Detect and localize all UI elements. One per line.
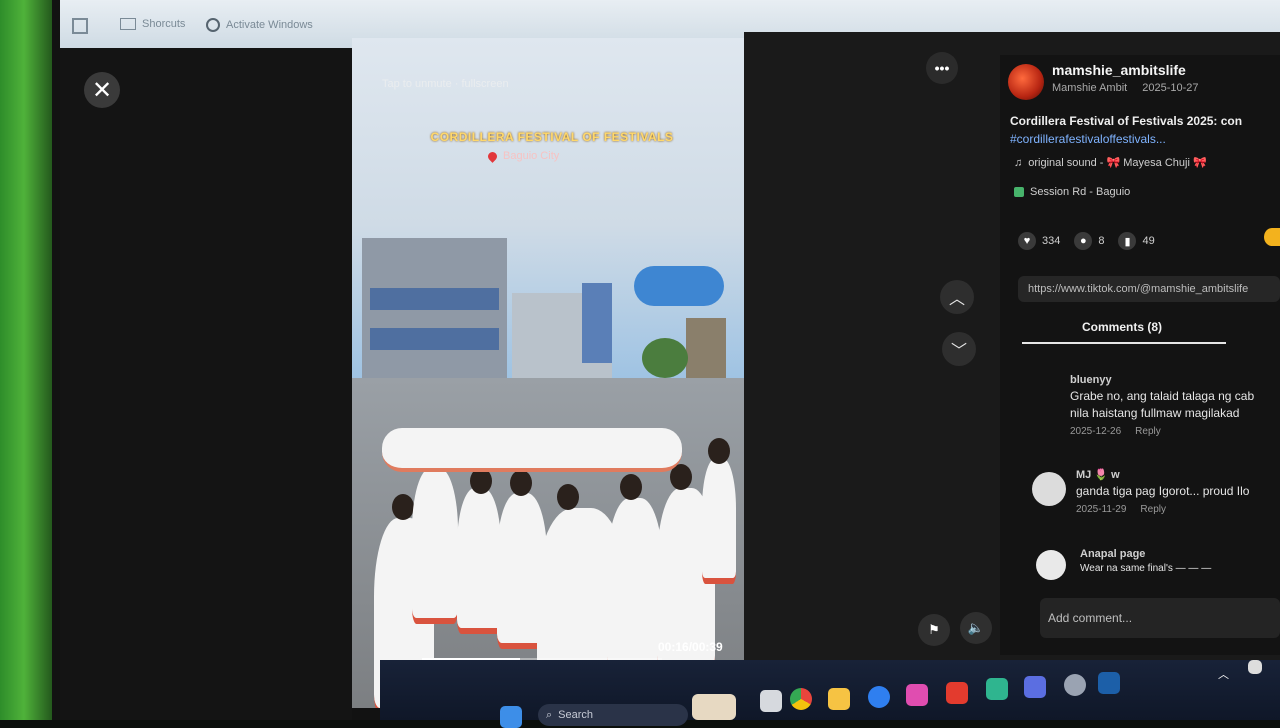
comment-item: Anapal page Wear na same final's — — — [1080, 548, 1211, 574]
viewer-left-area [60, 48, 352, 720]
previous-video-button[interactable]: ︿ [940, 280, 974, 314]
browser-apps-icon[interactable] [72, 18, 88, 34]
post-place[interactable]: Session Rd - Baguio [1014, 186, 1130, 198]
comment-meta: 2025-12-26 Reply [1070, 426, 1254, 437]
taskbar: ︿ [380, 660, 1280, 728]
app-icon[interactable] [986, 678, 1008, 700]
comment-avatar[interactable] [1036, 550, 1066, 580]
comment-text: Grabe no, ang talaid talaga ng cab [1070, 389, 1255, 403]
video-tree [642, 338, 688, 378]
like-count: 334 [1042, 235, 1061, 247]
chevron-down-icon: ﹀ [950, 343, 967, 360]
comment-text: nila haistang fullmaw magilakad [1070, 406, 1240, 420]
author-display-name: Mamshie Ambit [1052, 82, 1128, 94]
taskbar-search[interactable]: ⌕ Search [538, 704, 688, 726]
comment-date: 2025-12-26 [1070, 426, 1122, 437]
more-icon: ••• [934, 60, 950, 76]
chrome-icon[interactable] [790, 688, 812, 710]
globe-icon [206, 18, 220, 32]
steam-icon[interactable] [1098, 672, 1120, 694]
post-sound[interactable]: ♫ original sound - 🎀 Mayesa Chuji 🎀 [1014, 156, 1280, 170]
comment-text: ganda tiga pag Igorot... proud Ilo [1076, 484, 1250, 498]
post-place-label: Session Rd - Baguio [1030, 186, 1131, 198]
settings-icon[interactable] [1064, 674, 1086, 696]
video-player[interactable]: Tap to unmute · fullscreen CORDILLERA FE… [352, 38, 744, 708]
taskbar-search-label: Search [558, 709, 594, 721]
bookmark-shortcuts-label: Shorcuts [142, 18, 186, 30]
video-title: CORDILLERA FESTIVAL OF FESTIVALS [430, 130, 674, 144]
comment-avatar[interactable] [1032, 472, 1066, 506]
location-pin-icon [486, 149, 499, 163]
video-location: Baguio City [486, 149, 560, 163]
tab-comments[interactable]: Comments (8) [1082, 320, 1162, 334]
app-icon[interactable] [1024, 676, 1046, 698]
comment-text: Wear na same final's — — — [1080, 563, 1212, 574]
next-video-button[interactable]: ﹀ [942, 332, 976, 366]
close-button[interactable]: ✕ [84, 72, 120, 108]
post-sound-label: original sound - 🎀 Mayesa Chuji 🎀 [1028, 157, 1207, 169]
post-date: 2025-10-27 [1142, 82, 1199, 94]
app-icon[interactable] [906, 684, 928, 706]
file-explorer-icon[interactable] [828, 688, 850, 710]
post-description: Cordillera Festival of Festivals 2025: c… [1010, 114, 1243, 128]
bookmark-icon: ▮ [1118, 232, 1137, 250]
music-note-icon: ♫ [1014, 156, 1023, 169]
more-button[interactable]: ••• [926, 52, 958, 84]
comment-button[interactable]: ● 8 [1074, 232, 1104, 250]
comment-meta: 2025-11-29 Reply [1076, 504, 1249, 515]
video-sky-patch [634, 266, 724, 306]
post-hashtags[interactable]: #cordillerafestivaloffestivals... [1010, 132, 1280, 146]
bookmark-activate[interactable]: Activate Windows [206, 18, 313, 32]
task-view-icon[interactable] [760, 690, 782, 712]
report-icon: ⚑ [928, 622, 940, 637]
comment-item: MJ 🌷 w ganda tiga pag Igorot... proud Il… [1076, 468, 1249, 515]
comment-author[interactable]: MJ 🌷 w [1076, 468, 1249, 481]
comment-author[interactable]: Anapal page [1080, 548, 1211, 560]
comment-count: 8 [1098, 235, 1105, 247]
bookmark-activate-label: Activate Windows [226, 19, 313, 31]
video-time: 00:16/00:39 [658, 640, 723, 654]
video-overlay-text: Tap to unmute · fullscreen [382, 78, 509, 90]
report-button[interactable]: ⚑ [918, 614, 950, 646]
add-comment-input[interactable]: Add comment... [1040, 598, 1280, 638]
save-button[interactable]: ▮ 49 [1118, 232, 1155, 250]
tray-icon[interactable] [1248, 660, 1262, 674]
author-avatar[interactable] [1008, 64, 1044, 100]
chevron-up-icon: ︿ [948, 291, 965, 308]
post-link-field[interactable]: https://www.tiktok.com/@mamshie_ambitsli… [1018, 276, 1280, 302]
close-icon: ✕ [91, 76, 113, 104]
video-building [362, 238, 507, 398]
video-building [582, 283, 612, 363]
start-icon[interactable] [500, 706, 522, 728]
comment-icon: ● [1074, 232, 1093, 250]
volume-icon: 🔈 [967, 620, 985, 635]
widgets-icon[interactable] [692, 694, 736, 720]
bookmark-shortcuts[interactable]: Shorcuts [120, 18, 185, 30]
save-count: 49 [1142, 235, 1155, 247]
place-icon [1014, 187, 1024, 197]
comment-reply[interactable]: Reply [1135, 426, 1161, 437]
comment-reply[interactable]: Reply [1140, 504, 1166, 515]
author-username[interactable]: mamshie_ambitslife [1052, 62, 1186, 78]
monitor-bezel [0, 0, 60, 720]
browser-icon[interactable] [868, 686, 890, 708]
comment-date: 2025-11-29 [1076, 504, 1127, 515]
tab-comments-underline [1022, 342, 1226, 344]
post-actions: ♥ 334 ● 8 ▮ 49 [1018, 232, 1155, 250]
author-subline: Mamshie Ambit 2025-10-27 [1052, 82, 1199, 94]
app-icon[interactable] [946, 682, 968, 704]
tray-chevron-icon[interactable]: ︿ [1218, 666, 1230, 681]
folder-icon [120, 18, 136, 30]
video-location-label: Baguio City [503, 150, 560, 162]
like-button[interactable]: ♥ 334 [1018, 232, 1060, 250]
comment-item: bluenyy Grabe no, ang talaid talaga ng c… [1070, 374, 1254, 437]
share-icon[interactable] [1264, 228, 1280, 246]
volume-button[interactable]: 🔈 [960, 612, 992, 644]
comment-author[interactable]: bluenyy [1070, 374, 1254, 386]
heart-icon: ♥ [1018, 232, 1036, 250]
